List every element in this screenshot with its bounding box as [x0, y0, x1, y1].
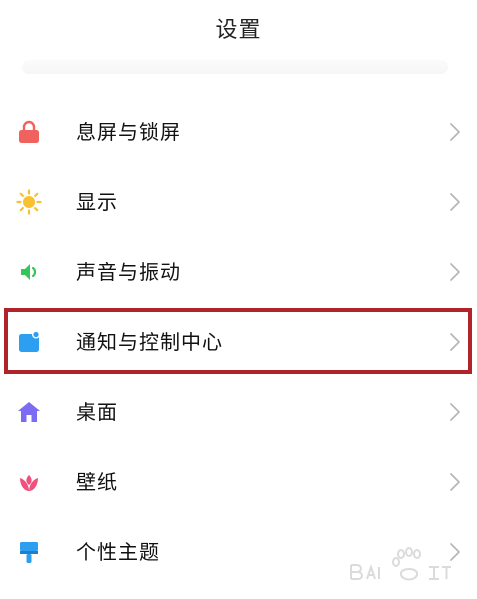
top-divider — [22, 60, 448, 74]
menu-item-display[interactable]: 显示 — [0, 166, 477, 236]
menu-item-label: 个性主题 — [76, 540, 160, 564]
chevron-right-icon — [449, 262, 461, 282]
sun-icon — [16, 189, 42, 215]
notification-icon — [16, 329, 42, 355]
baidu-jingyan-logo — [343, 545, 453, 585]
menu-item-lock-screen[interactable]: 息屏与锁屏 — [0, 96, 477, 166]
chevron-right-icon — [449, 122, 461, 142]
speaker-icon — [16, 259, 42, 285]
menu-item-label: 桌面 — [76, 400, 118, 424]
chevron-right-icon — [449, 332, 461, 352]
settings-screen: 设置 息屏与锁屏 显示 声音与振动 通知与控制中心 桌面 壁纸 个性主题 — [0, 0, 477, 599]
menu-item-label: 通知与控制中心 — [76, 330, 223, 354]
menu-item-wallpaper[interactable]: 壁纸 — [0, 446, 477, 516]
chevron-right-icon — [449, 472, 461, 492]
brush-icon — [16, 539, 42, 565]
menu-item-home-screen[interactable]: 桌面 — [0, 376, 477, 446]
home-icon — [16, 399, 42, 425]
lock-icon — [16, 119, 42, 145]
chevron-right-icon — [449, 402, 461, 422]
flower-icon — [16, 469, 42, 495]
page-title: 设置 — [215, 18, 262, 43]
menu-item-label: 显示 — [76, 190, 118, 214]
chevron-right-icon — [449, 192, 461, 212]
menu-item-label: 壁纸 — [76, 470, 118, 494]
menu-item-notifications-control-center[interactable]: 通知与控制中心 — [0, 306, 477, 376]
menu-item-sound-vibration[interactable]: 声音与振动 — [0, 236, 477, 306]
menu-item-label: 声音与振动 — [76, 260, 181, 284]
menu-item-label: 息屏与锁屏 — [76, 120, 181, 144]
